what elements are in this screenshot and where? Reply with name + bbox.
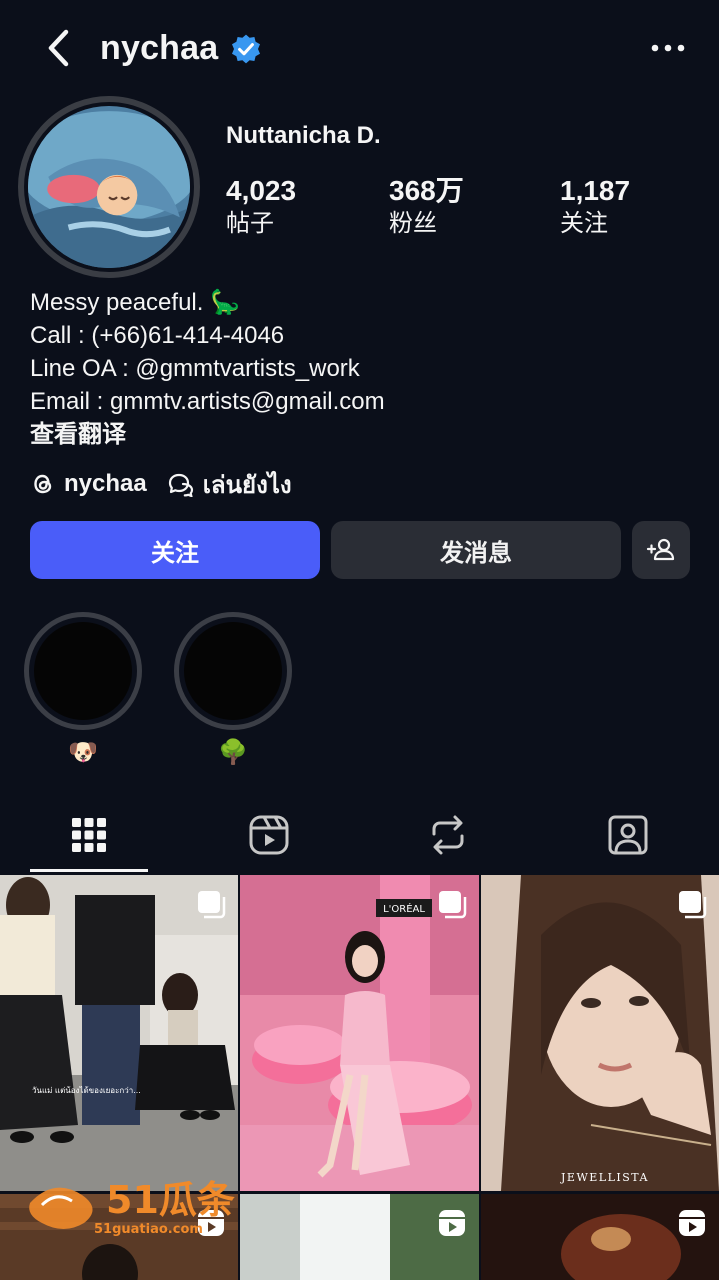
chevron-left-icon <box>48 29 69 67</box>
highlight-ring <box>174 612 292 730</box>
story-highlight[interactable]: 🐶 <box>24 612 142 768</box>
stat-followers-label: 粉丝 <box>389 210 437 237</box>
stat-following-label: 关注 <box>560 210 608 237</box>
post-thumbnail[interactable] <box>240 1194 479 1280</box>
stat-following-count: 1,187 <box>560 175 631 206</box>
active-tab-indicator <box>30 869 148 872</box>
threads-link-label: nychaa <box>64 470 147 497</box>
see-translation-link[interactable]: 查看翻译 <box>30 418 385 451</box>
chat-link-label: เล่นยังไง <box>202 471 292 499</box>
profile-avatar[interactable] <box>18 96 200 278</box>
follow-button[interactable]: 关注 <box>30 521 320 579</box>
reels-icon <box>249 815 289 855</box>
message-button[interactable]: 发消息 <box>331 521 621 579</box>
more-horizontal-icon <box>651 44 685 52</box>
threads-icon <box>34 474 52 494</box>
display-name: Nuttanicha D. <box>226 122 381 149</box>
tab-posts-grid[interactable] <box>30 800 148 870</box>
highlight-cover <box>34 622 132 720</box>
chat-link[interactable]: เล่นยังไง <box>167 465 292 504</box>
post-caption-overlay: วันแม่ แต่น้องได้ของเยอะกว่า... <box>32 1086 141 1095</box>
stat-posts[interactable]: 4,023 帖子 <box>226 174 296 240</box>
post-thumbnail[interactable]: วันแม่ แต่น้องได้ของเยอะกว่า... <box>0 875 238 1191</box>
tagged-icon <box>608 815 648 855</box>
watermark-domain: 51guatiao.com <box>94 1222 203 1237</box>
post-brand-text: JEWELLISTA <box>560 1171 649 1184</box>
grid-icon <box>72 818 106 852</box>
watermark-brand: 51瓜条 <box>106 1178 235 1222</box>
bio-line[interactable]: Call : (+66)61-414-4046 <box>30 319 385 352</box>
profile-bio: Messy peaceful. 🦕 Call : (+66)61-414-404… <box>30 286 385 451</box>
post-thumbnail[interactable]: L'ORÉAL <box>240 875 479 1191</box>
reel-icon <box>679 1210 705 1236</box>
site-watermark: 51瓜条 51guatiao.com <box>29 1178 235 1237</box>
verified-badge-icon <box>232 34 260 64</box>
bio-line: Messy peaceful. 🦕 <box>30 289 240 316</box>
profile-tabs <box>0 800 719 874</box>
story-highlight[interactable]: 🌳 <box>174 612 292 768</box>
more-options-button[interactable] <box>640 30 696 66</box>
profile-links: nychaa เล่นยังไง <box>30 466 292 502</box>
avatar-image <box>28 106 190 268</box>
threads-link[interactable]: nychaa <box>30 470 147 498</box>
back-button[interactable] <box>36 26 80 70</box>
stat-followers-count: 368万 <box>389 175 464 206</box>
highlight-title: 🌳 <box>218 739 248 766</box>
stat-posts-label: 帖子 <box>226 210 274 237</box>
highlight-ring <box>24 612 142 730</box>
stat-posts-count: 4,023 <box>226 175 297 206</box>
posts-grid: วันแม่ แต่น้องได้ของเยอะกว่า... L'ORÉAL <box>0 875 719 1280</box>
add-person-icon <box>646 538 675 561</box>
bio-line[interactable]: Email : gmmtv.artists@gmail.com <box>30 385 385 418</box>
post-thumbnail[interactable]: JEWELLISTA <box>481 875 719 1191</box>
highlight-title: 🐶 <box>68 739 98 766</box>
stat-followers[interactable]: 368万 粉丝 <box>389 174 464 240</box>
post-brand-text: L'ORÉAL <box>383 902 425 915</box>
top-bar: nychaa <box>0 0 719 96</box>
tab-tagged[interactable] <box>569 800 687 870</box>
post-thumbnail[interactable] <box>481 1194 719 1280</box>
tab-reels[interactable] <box>210 800 328 870</box>
tab-reposts[interactable] <box>389 800 507 870</box>
profile-username: nychaa <box>100 29 219 67</box>
stat-following[interactable]: 1,187 关注 <box>560 174 630 240</box>
suggested-users-button[interactable] <box>632 521 690 579</box>
bio-line: Line OA : @gmmtvartists_work <box>30 355 360 382</box>
multi-photo-icon <box>198 891 226 919</box>
highlight-cover <box>184 622 282 720</box>
multi-photo-icon <box>439 891 467 919</box>
repost-icon <box>432 815 464 855</box>
multi-photo-icon <box>679 891 707 919</box>
chat-bubble-icon <box>168 473 193 497</box>
reel-icon <box>439 1210 465 1236</box>
